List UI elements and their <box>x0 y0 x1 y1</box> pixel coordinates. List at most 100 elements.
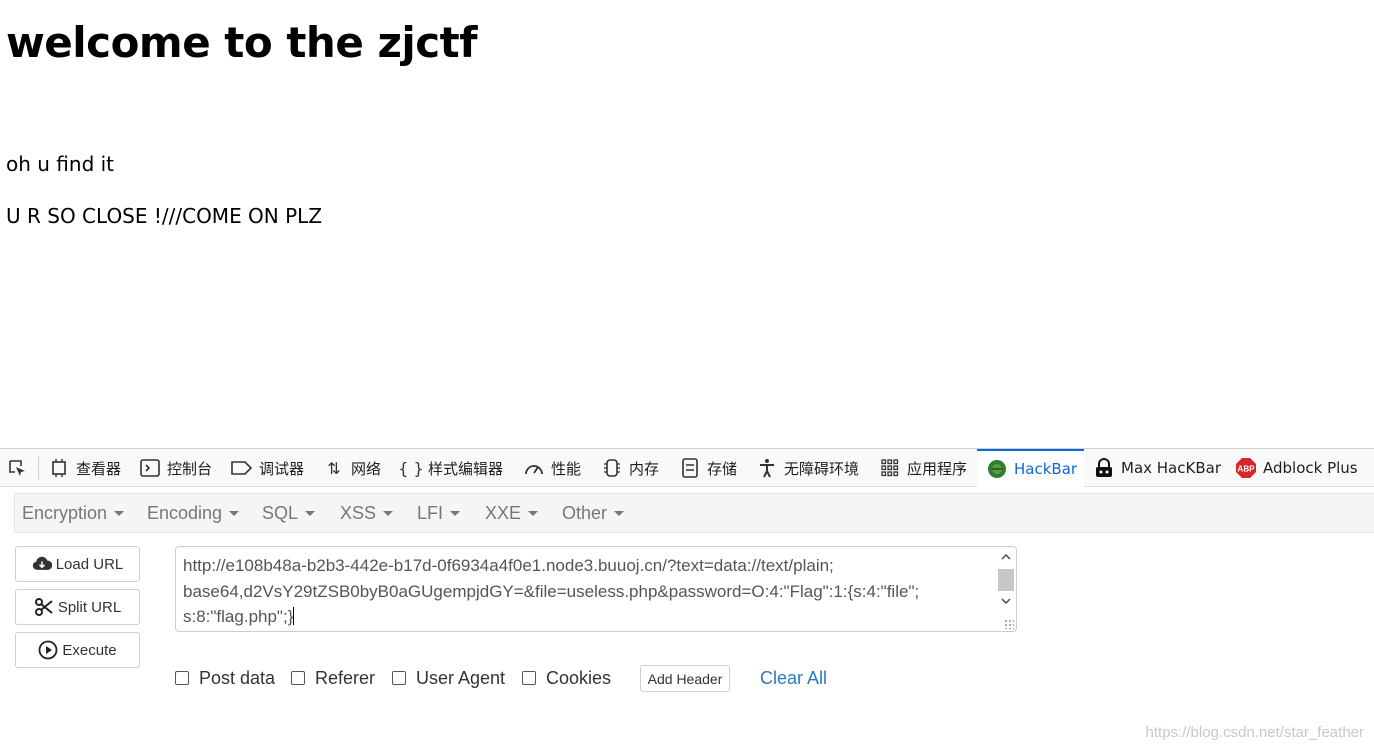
load-url-button[interactable]: Load URL <box>15 546 140 582</box>
user-agent-option[interactable]: User Agent <box>392 666 505 690</box>
caret-down-icon <box>305 510 316 516</box>
url-line-3: s:8:"flag.php";} <box>183 604 983 630</box>
scroll-thumb[interactable] <box>998 569 1014 591</box>
clear-all-link[interactable]: Clear All <box>760 666 827 690</box>
devtools-tab-bar: 查看器 控制台 调试器 ⇅ 网络 { } 样式编辑器 性能 内存 存储 无障碍环… <box>0 449 1374 487</box>
url-text[interactable]: http://e108b48a-b2b3-442e-b17d-0f6934a4f… <box>183 553 983 630</box>
textarea-scrollbar[interactable] <box>997 549 1014 629</box>
max-hackbar-icon <box>1093 457 1115 479</box>
button-label: Load URL <box>55 555 124 573</box>
tab-inspector[interactable]: 查看器 <box>48 449 121 487</box>
tab-label: 存储 <box>707 459 738 478</box>
scissors-icon <box>34 597 54 617</box>
page-heading: welcome to the zjctf <box>6 18 478 67</box>
option-label: Cookies <box>546 667 612 688</box>
menu-sql[interactable]: SQL <box>262 494 316 532</box>
tab-debugger[interactable]: 调试器 <box>231 449 304 487</box>
referer-option[interactable]: Referer <box>291 666 375 690</box>
tab-performance[interactable]: 性能 <box>523 449 581 487</box>
execute-button[interactable]: Execute <box>15 632 140 668</box>
storage-icon <box>679 457 701 479</box>
split-url-button[interactable]: Split URL <box>15 589 140 625</box>
menu-label: Other <box>562 502 608 523</box>
tab-label: 内存 <box>629 459 660 478</box>
tab-console[interactable]: 控制台 <box>139 449 212 487</box>
network-icon: ⇅ <box>327 458 341 478</box>
tab-memory[interactable]: 内存 <box>601 449 659 487</box>
watermark: https://blog.csdn.net/star_feather <box>1145 724 1364 741</box>
accessibility-icon <box>756 457 778 479</box>
tab-storage[interactable]: 存储 <box>679 449 737 487</box>
play-circle-icon <box>38 640 58 660</box>
svg-text:ABP: ABP <box>1238 465 1256 474</box>
menu-label: Encryption <box>22 502 108 523</box>
tab-adblock-plus[interactable]: ABP Adblock Plus <box>1235 449 1358 487</box>
menu-label: SQL <box>262 502 299 523</box>
hackbar-menu-bar: Encryption Encoding SQL XSS LFI XXE Othe… <box>14 493 1374 533</box>
option-label: User Agent <box>416 667 506 688</box>
tab-application[interactable]: 应用程序 <box>879 449 967 487</box>
caret-down-icon <box>383 510 394 516</box>
tab-label: HackBar <box>1014 460 1078 478</box>
web-page-content: welcome to the zjctf oh u find it U R SO… <box>0 0 1374 448</box>
caret-down-icon <box>450 510 461 516</box>
menu-xss[interactable]: XSS <box>340 494 394 532</box>
tab-label: 控制台 <box>167 459 213 478</box>
tab-separator <box>38 457 39 479</box>
user-agent-checkbox[interactable] <box>392 671 406 685</box>
scroll-down-icon[interactable] <box>997 593 1014 609</box>
performance-icon <box>523 457 545 479</box>
tab-label: 应用程序 <box>907 459 968 478</box>
option-label: Referer <box>315 667 376 688</box>
add-header-button[interactable]: Add Header <box>640 665 730 692</box>
post-data-option[interactable]: Post data <box>175 666 275 690</box>
option-label: Post data <box>199 667 276 688</box>
tab-network[interactable]: ⇅ 网络 <box>323 449 381 487</box>
menu-label: XSS <box>340 502 377 523</box>
application-icon <box>879 457 901 479</box>
tab-accessibility[interactable]: 无障碍环境 <box>756 449 859 487</box>
text-caret <box>293 607 295 625</box>
cloud-download-icon <box>32 554 52 574</box>
adblock-plus-icon: ABP <box>1235 457 1257 479</box>
tab-label: Adblock Plus <box>1263 459 1358 477</box>
devtools-panel: 查看器 控制台 调试器 ⇅ 网络 { } 样式编辑器 性能 内存 存储 无障碍环… <box>0 448 1374 751</box>
url-line-3-text: s:8:"flag.php";} <box>183 607 294 626</box>
resize-grip-icon[interactable] <box>1004 619 1014 629</box>
tab-label: 性能 <box>551 459 582 478</box>
tab-max-hackbar[interactable]: Max HacKBar <box>1093 449 1221 487</box>
tab-style-editor[interactable]: { } 样式编辑器 <box>398 449 504 487</box>
cookies-option[interactable]: Cookies <box>522 666 611 690</box>
inspector-icon <box>48 457 70 479</box>
caret-down-icon <box>229 510 240 516</box>
debugger-icon <box>231 457 253 479</box>
referer-checkbox[interactable] <box>291 671 305 685</box>
caret-down-icon <box>114 510 125 516</box>
menu-encryption[interactable]: Encryption <box>22 494 125 532</box>
hackbar-icon <box>986 458 1008 480</box>
menu-label: Encoding <box>147 502 223 523</box>
memory-icon <box>601 457 623 479</box>
element-picker-icon <box>6 457 28 479</box>
button-label: Split URL <box>57 598 122 616</box>
menu-encoding[interactable]: Encoding <box>147 494 240 532</box>
scroll-up-icon[interactable] <box>997 549 1014 565</box>
tab-label: 无障碍环境 <box>784 459 860 478</box>
cookies-checkbox[interactable] <box>522 671 536 685</box>
tab-label: 样式编辑器 <box>428 459 504 478</box>
tab-hackbar[interactable]: HackBar <box>977 449 1084 487</box>
menu-other[interactable]: Other <box>562 494 625 532</box>
url-textarea[interactable]: http://e108b48a-b2b3-442e-b17d-0f6934a4f… <box>175 546 1017 632</box>
style-editor-icon: { } <box>398 458 424 478</box>
element-picker-button[interactable] <box>6 449 34 487</box>
url-line-2: base64,d2VsY29tZSB0byB0aGUgempjdGY=&file… <box>183 581 920 601</box>
tab-label: 调试器 <box>259 459 305 478</box>
caret-down-icon <box>614 510 625 516</box>
tab-label: 查看器 <box>76 459 122 478</box>
post-data-checkbox[interactable] <box>175 671 189 685</box>
console-icon <box>139 457 161 479</box>
button-label: Execute <box>62 641 117 659</box>
menu-lfi[interactable]: LFI <box>417 494 461 532</box>
menu-xxe[interactable]: XXE <box>485 494 539 532</box>
caret-down-icon <box>528 510 539 516</box>
